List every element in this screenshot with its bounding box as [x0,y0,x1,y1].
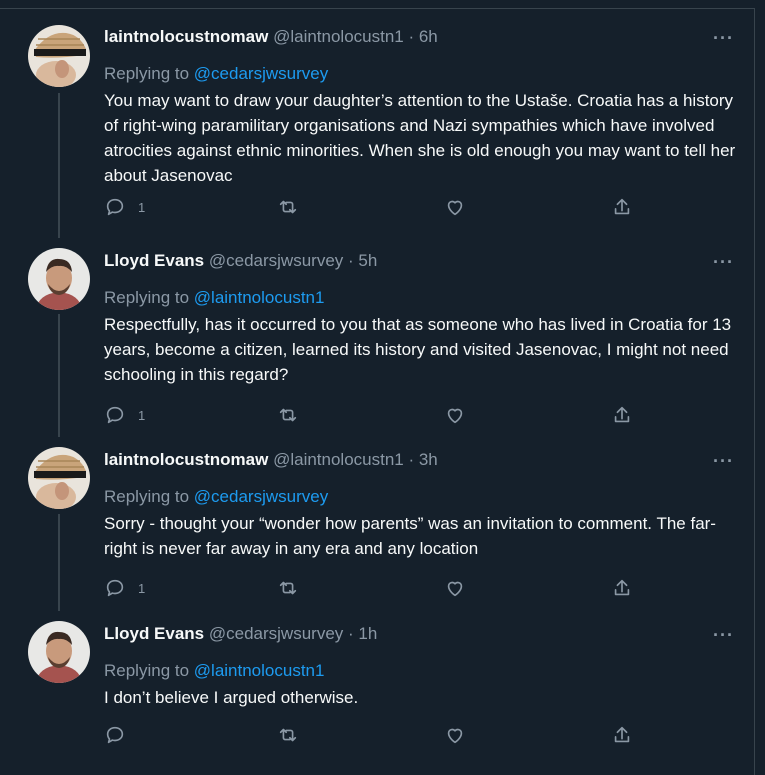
retweet-button[interactable] [277,723,299,747]
avatar[interactable] [28,447,90,509]
replying-to: Replying to @laintnolocustn1 [104,658,324,684]
retweet-button[interactable] [277,195,299,219]
tweet-text: I don’t believe I argued otherwise. [104,688,359,707]
reply-handle-link[interactable]: @laintnolocustn1 [194,288,325,307]
reply-count: 1 [138,580,146,596]
tweet-text: Respectfully, has it occurred to you tha… [104,315,732,384]
share-button[interactable] [611,723,633,747]
tweet-text: Sorry - thought your “wonder how parents… [104,514,716,558]
share-button[interactable] [611,403,633,427]
replying-to-label: Replying to [104,487,194,506]
thread-connector [58,514,60,611]
tweet[interactable]: Lloyd Evans @cedarsjwsurvey · 1h ··· Rep… [0,607,754,767]
avatar[interactable] [28,25,90,87]
thread-connector [58,314,60,437]
like-button[interactable] [444,723,466,747]
straw-hat-avatar [28,447,90,509]
handle-and-time[interactable]: @cedarsjwsurvey · 5h [209,251,377,270]
retweet-button[interactable] [277,403,299,427]
retweet-icon [279,581,297,595]
share-icon [614,579,630,596]
conversation-thread: laintnolocustnomaw @laintnolocustn1 · 6h… [0,8,755,775]
person-avatar [28,248,90,310]
avatar[interactable] [28,248,90,310]
replying-to-label: Replying to [104,661,194,680]
reply-count: 1 [138,199,146,215]
retweet-icon [279,728,297,742]
replying-to: Replying to @laintnolocustn1 [104,285,324,311]
tweet-actions [104,723,644,747]
replying-to: Replying to @cedarsjwsurvey [104,484,328,510]
tweet-header: Lloyd Evans @cedarsjwsurvey · 5h [104,249,377,273]
display-name[interactable]: laintnolocustnomaw [104,450,268,469]
reply-icon [106,406,124,424]
display-name[interactable]: Lloyd Evans [104,251,204,270]
straw-hat-avatar [28,25,90,87]
reply-handle-link[interactable]: @cedarsjwsurvey [194,64,328,83]
tweet-header: laintnolocustnomaw @laintnolocustn1 · 6h [104,25,438,49]
reply-handle-link[interactable]: @cedarsjwsurvey [194,487,328,506]
display-name[interactable]: Lloyd Evans [104,624,204,643]
share-icon [614,726,630,743]
reply-count: 1 [138,407,146,423]
more-horizontal-icon[interactable]: ··· [713,625,734,645]
tweet-actions: 1 [104,576,644,600]
more-horizontal-icon[interactable]: ··· [713,28,734,48]
display-name[interactable]: laintnolocustnomaw [104,27,268,46]
share-icon [614,406,630,423]
reply-icon [106,579,124,597]
reply-icon [106,198,124,216]
tweet-actions: 1 [104,403,644,427]
tweet[interactable]: laintnolocustnomaw @laintnolocustn1 · 3h… [0,434,754,611]
tweet-header: laintnolocustnomaw @laintnolocustn1 · 3h [104,448,438,472]
retweet-icon [279,408,297,422]
reply-icon [106,726,124,744]
tweet[interactable]: laintnolocustnomaw @laintnolocustn1 · 6h… [0,9,754,238]
heart-icon [447,728,463,744]
handle-and-time[interactable]: @laintnolocustn1 · 3h [273,450,438,469]
like-button[interactable] [444,576,466,600]
reply-button[interactable]: 1 [104,195,145,219]
heart-icon [447,200,463,216]
more-horizontal-icon[interactable]: ··· [713,451,734,471]
replying-to: Replying to @cedarsjwsurvey [104,61,328,87]
share-button[interactable] [611,576,633,600]
handle-and-time[interactable]: @laintnolocustn1 · 6h [273,27,438,46]
like-button[interactable] [444,195,466,219]
replying-to-label: Replying to [104,288,194,307]
heart-icon [447,408,463,424]
retweet-button[interactable] [277,576,299,600]
handle-and-time[interactable]: @cedarsjwsurvey · 1h [209,624,377,643]
share-button[interactable] [611,195,633,219]
reply-button[interactable]: 1 [104,576,145,600]
more-horizontal-icon[interactable]: ··· [713,252,734,272]
tweet-actions: 1 [104,195,644,219]
tweet[interactable]: Lloyd Evans @cedarsjwsurvey · 5h ··· Rep… [0,234,754,437]
share-icon [614,198,630,215]
reply-handle-link[interactable]: @laintnolocustn1 [194,661,325,680]
reply-button[interactable]: 1 [104,403,145,427]
replying-to-label: Replying to [104,64,194,83]
heart-icon [447,581,463,597]
reply-button[interactable] [104,723,138,747]
like-button[interactable] [444,403,466,427]
avatar[interactable] [28,621,90,683]
person-avatar [28,621,90,683]
tweet-header: Lloyd Evans @cedarsjwsurvey · 1h [104,622,377,646]
retweet-icon [279,200,297,214]
thread-connector [58,93,60,238]
tweet-text: You may want to draw your daughter’s att… [104,91,736,185]
